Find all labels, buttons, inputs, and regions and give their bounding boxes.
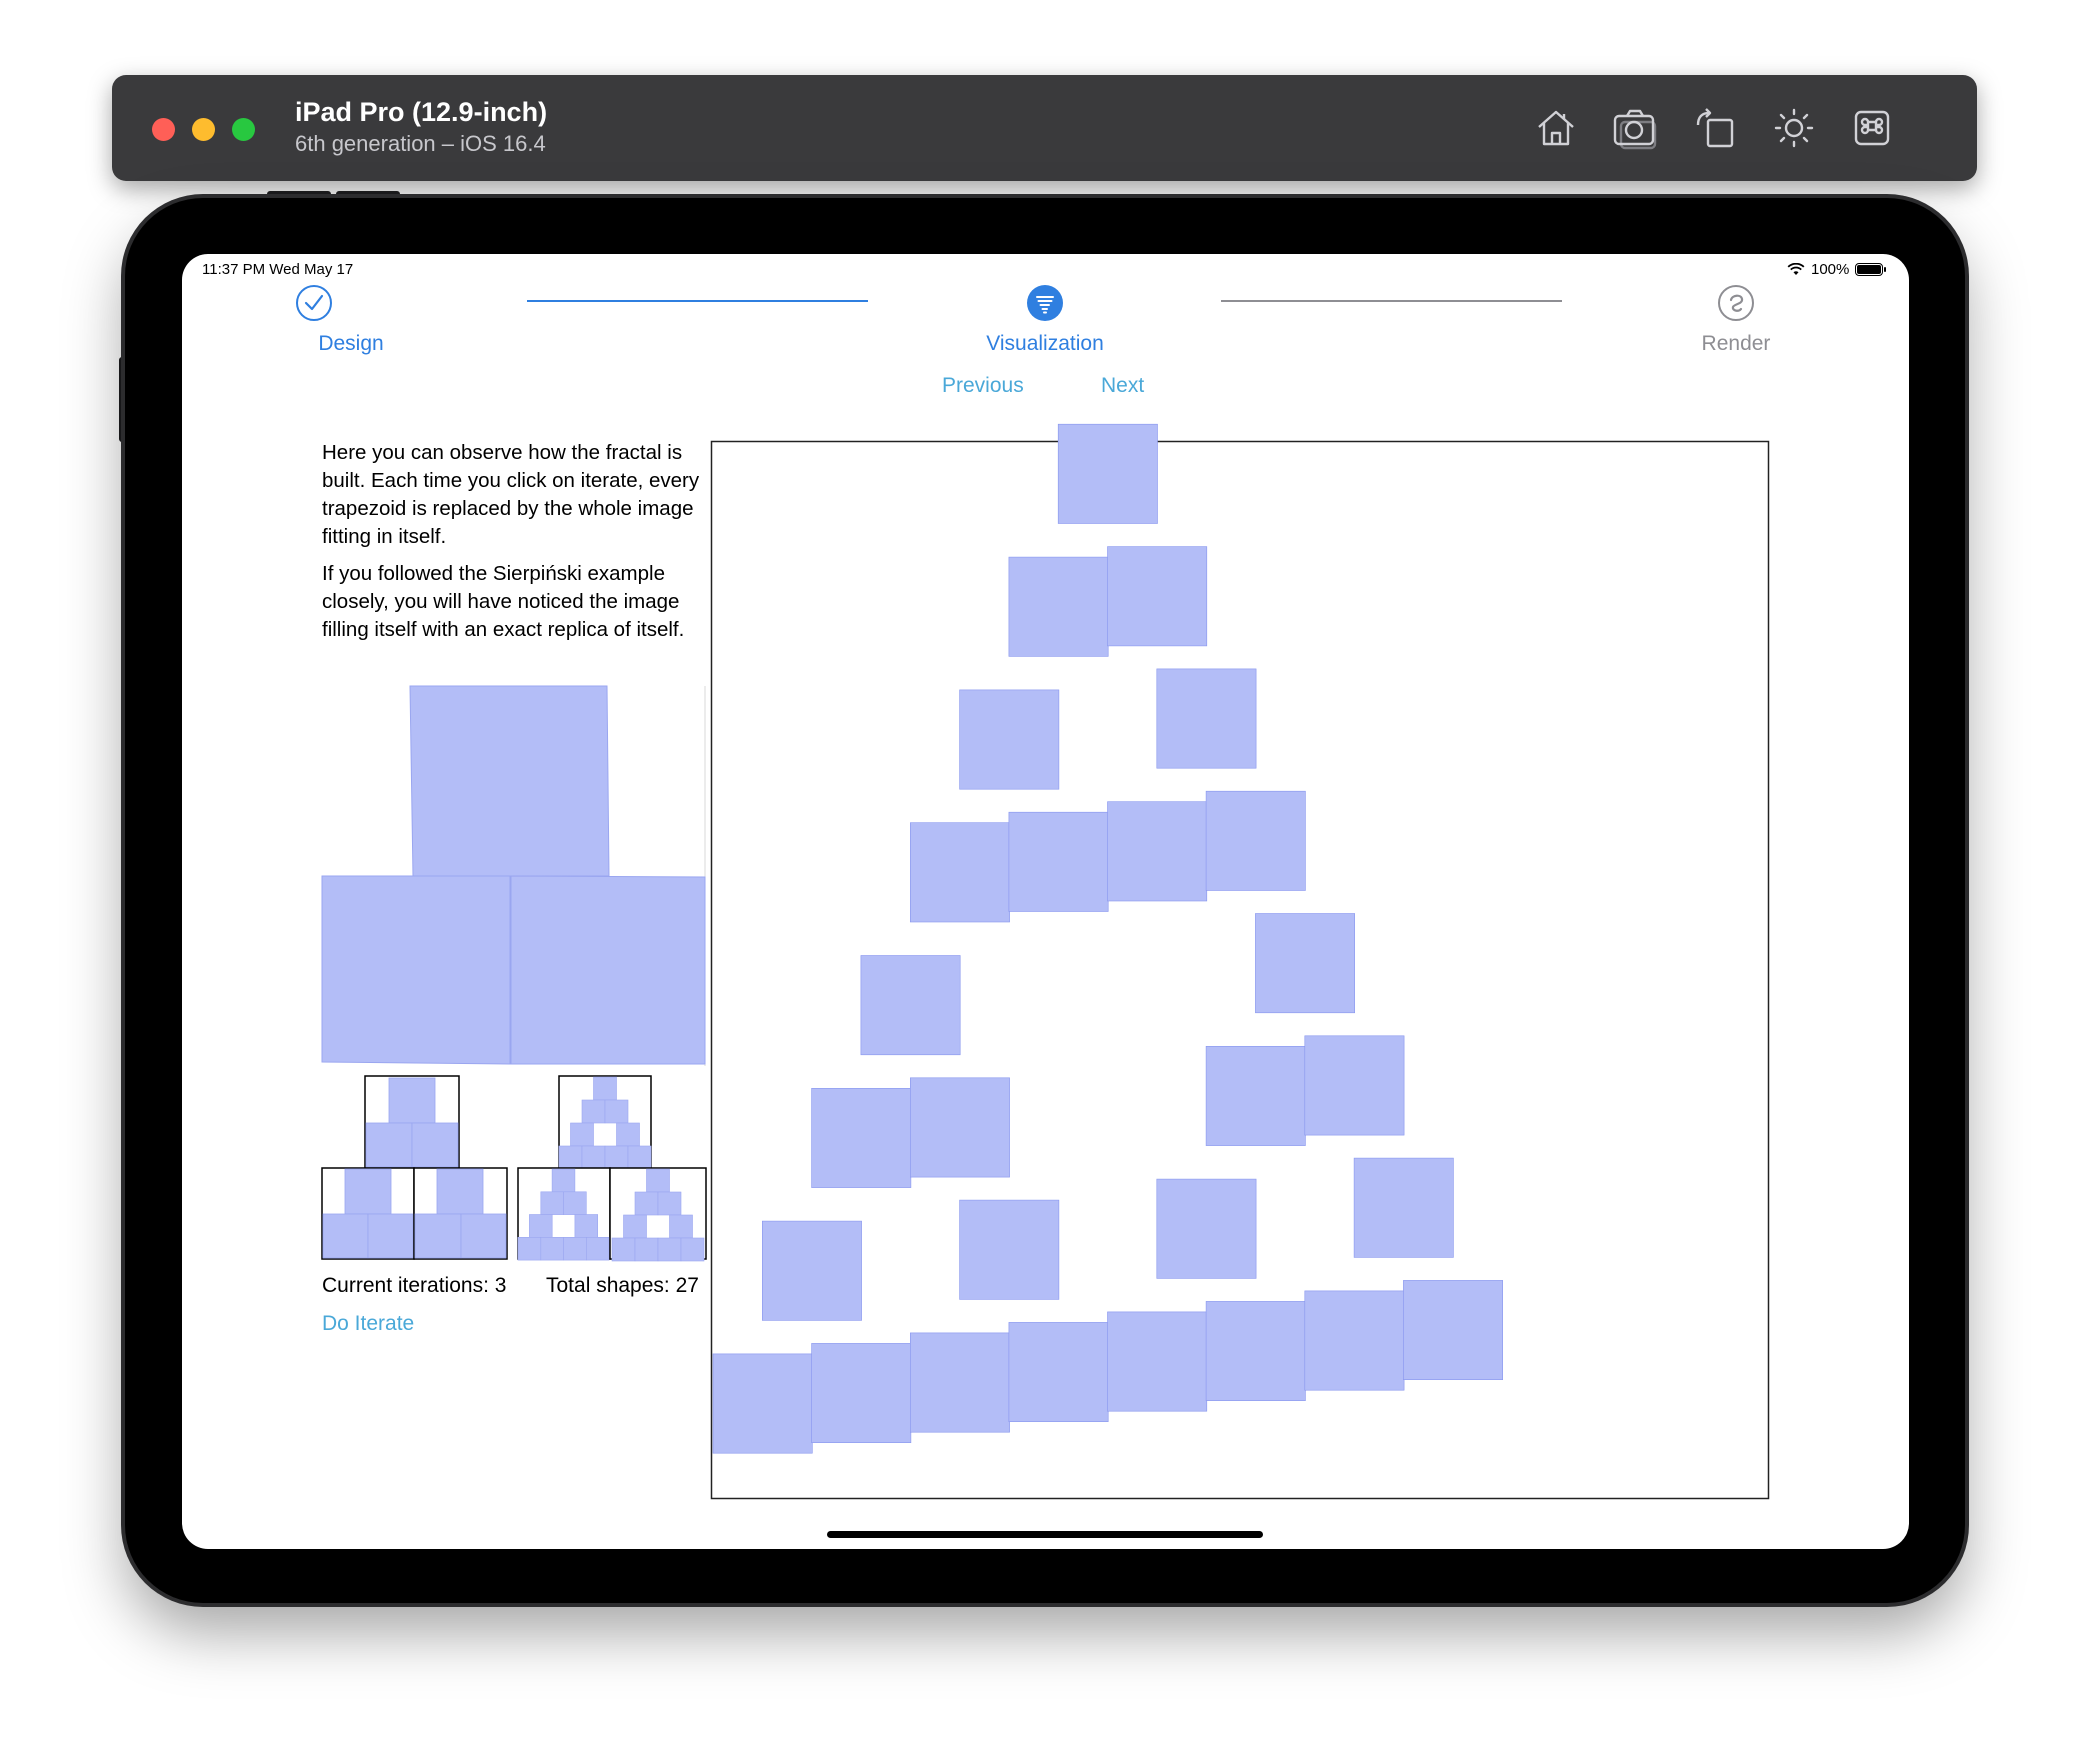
thumbnail-shape [680,1237,705,1262]
thumbnail-shape [585,1237,610,1261]
current-iterations: Current iterations: 3 [322,1274,507,1297]
device-name: iPad Pro (12.9-inch) [295,97,548,127]
fractal-shape [910,1077,1010,1178]
fractal-shape [1304,1290,1405,1391]
fractal-shape [1008,556,1109,657]
thumbnail-shape [627,1145,652,1170]
thumbnail-shape [604,1145,629,1170]
fractal-shape [712,1353,813,1454]
thumbnail-shape [540,1237,564,1261]
fractal-template-preview [321,685,706,1066]
volume-up-button [267,191,331,197]
fractal-shape [959,1199,1060,1300]
fractal-shape [1057,423,1158,524]
appearance-icon[interactable] [1771,105,1817,151]
fractal-shape [1403,1280,1504,1381]
fractal-shape [1107,1311,1208,1412]
fractal-shape [1008,811,1109,912]
fractal-shape [1107,546,1208,647]
thumbnail-shape [581,1145,606,1170]
thumbnail-shape [563,1237,587,1261]
fractal-shape [1156,668,1257,769]
fractal-shape [860,955,961,1056]
fractal-shape [959,689,1060,790]
previous-button[interactable]: Previous [942,374,1024,398]
fractal-shape [1205,1045,1306,1146]
device-os: 6th generation – iOS 16.4 [295,131,546,156]
rotate-icon[interactable] [1692,105,1738,151]
template-shape-right [510,875,706,1065]
fractal-shape [1156,1178,1257,1279]
iteration-1-thumbnail [321,1075,508,1260]
thumbnail-shape [540,1191,564,1215]
fractal-shape [910,1332,1010,1433]
fractal-shape [910,822,1010,923]
close-window-button[interactable] [152,118,175,141]
fractal-shape [1304,1035,1405,1136]
minimize-window-button[interactable] [192,118,215,141]
home-icon[interactable] [1533,105,1579,151]
simulator-toolbar: iPad Pro (12.9-inch) 6th generation – iO… [112,75,1977,181]
intro-paragraph-2: If you followed the Sierpiński example c… [322,562,685,641]
total-shapes: Total shapes: 27 [546,1274,699,1297]
fractal-shape [1255,913,1356,1014]
thumbnail-shape [604,1099,629,1124]
template-shape-left [321,875,511,1065]
fractal-iteration-thumbnails [321,1075,707,1262]
thumbnail-shape [657,1191,682,1216]
fractal-shape [1205,790,1306,891]
battery-percent: 100% [1811,261,1850,278]
step-render[interactable]: Render [1702,332,1771,356]
screenshot-icon[interactable] [1612,105,1658,151]
thumbnail-shape [593,1076,617,1101]
intro-text: Here you can observe how the fractal is … [322,439,707,653]
thumbnail-shape [657,1237,682,1262]
thumbnail-shape [616,1122,640,1147]
fractal-shape [1107,801,1208,902]
fractal-shape [811,1087,912,1188]
tornado-icon[interactable] [1026,284,1064,322]
thumbnail-shape [581,1099,606,1124]
next-button[interactable]: Next [1101,374,1144,398]
status-indicators: 100% [1787,261,1887,278]
battery-icon [1855,263,1887,276]
zoom-window-button[interactable] [232,118,255,141]
command-icon[interactable] [1850,105,1896,151]
thumbnail-shape [563,1191,587,1215]
template-shape-top [409,685,610,877]
ipad-screen: 11:37 PM Wed May 17 100% Design Visualiz… [182,254,1909,1549]
step-visualization[interactable]: Visualization [986,332,1104,356]
intro-paragraph-1: Here you can observe how the fractal is … [322,441,700,548]
fractal-shape [761,1220,862,1321]
do-iterate-button[interactable]: Do Iterate [322,1312,414,1336]
thumbnail-shape [611,1237,636,1262]
iteration-2-thumbnail [517,1075,707,1262]
thumbnail-shape [570,1122,594,1147]
thumbnail-shape [623,1214,647,1239]
thumbnail-shape [558,1145,583,1170]
thumbnail-shape [669,1214,693,1239]
thumbnail-shape [517,1237,542,1261]
progress-line-completed [527,300,868,302]
home-indicator [827,1531,1263,1538]
thumbnail-shape [646,1168,670,1193]
fractal-shape [1205,1301,1306,1402]
spiral-icon[interactable] [1717,284,1755,322]
status-time: 11:37 PM Wed May 17 [202,261,354,278]
volume-down-button [336,191,400,197]
wifi-icon [1787,263,1805,275]
step-design[interactable]: Design [318,332,383,356]
progress-line-upcoming [1221,300,1562,302]
fractal-shape [811,1343,912,1444]
fractal-shape [1353,1157,1454,1258]
thumbnail-shape [529,1214,553,1238]
fractal-canvas [710,423,1770,1500]
thumbnail-shape [634,1237,659,1262]
thumbnail-shape [551,1168,576,1193]
checkmark-circle-icon[interactable] [295,284,333,322]
thumbnail-shape [574,1214,598,1238]
fractal-shape [1008,1322,1109,1423]
thumbnail-shape [634,1191,659,1216]
